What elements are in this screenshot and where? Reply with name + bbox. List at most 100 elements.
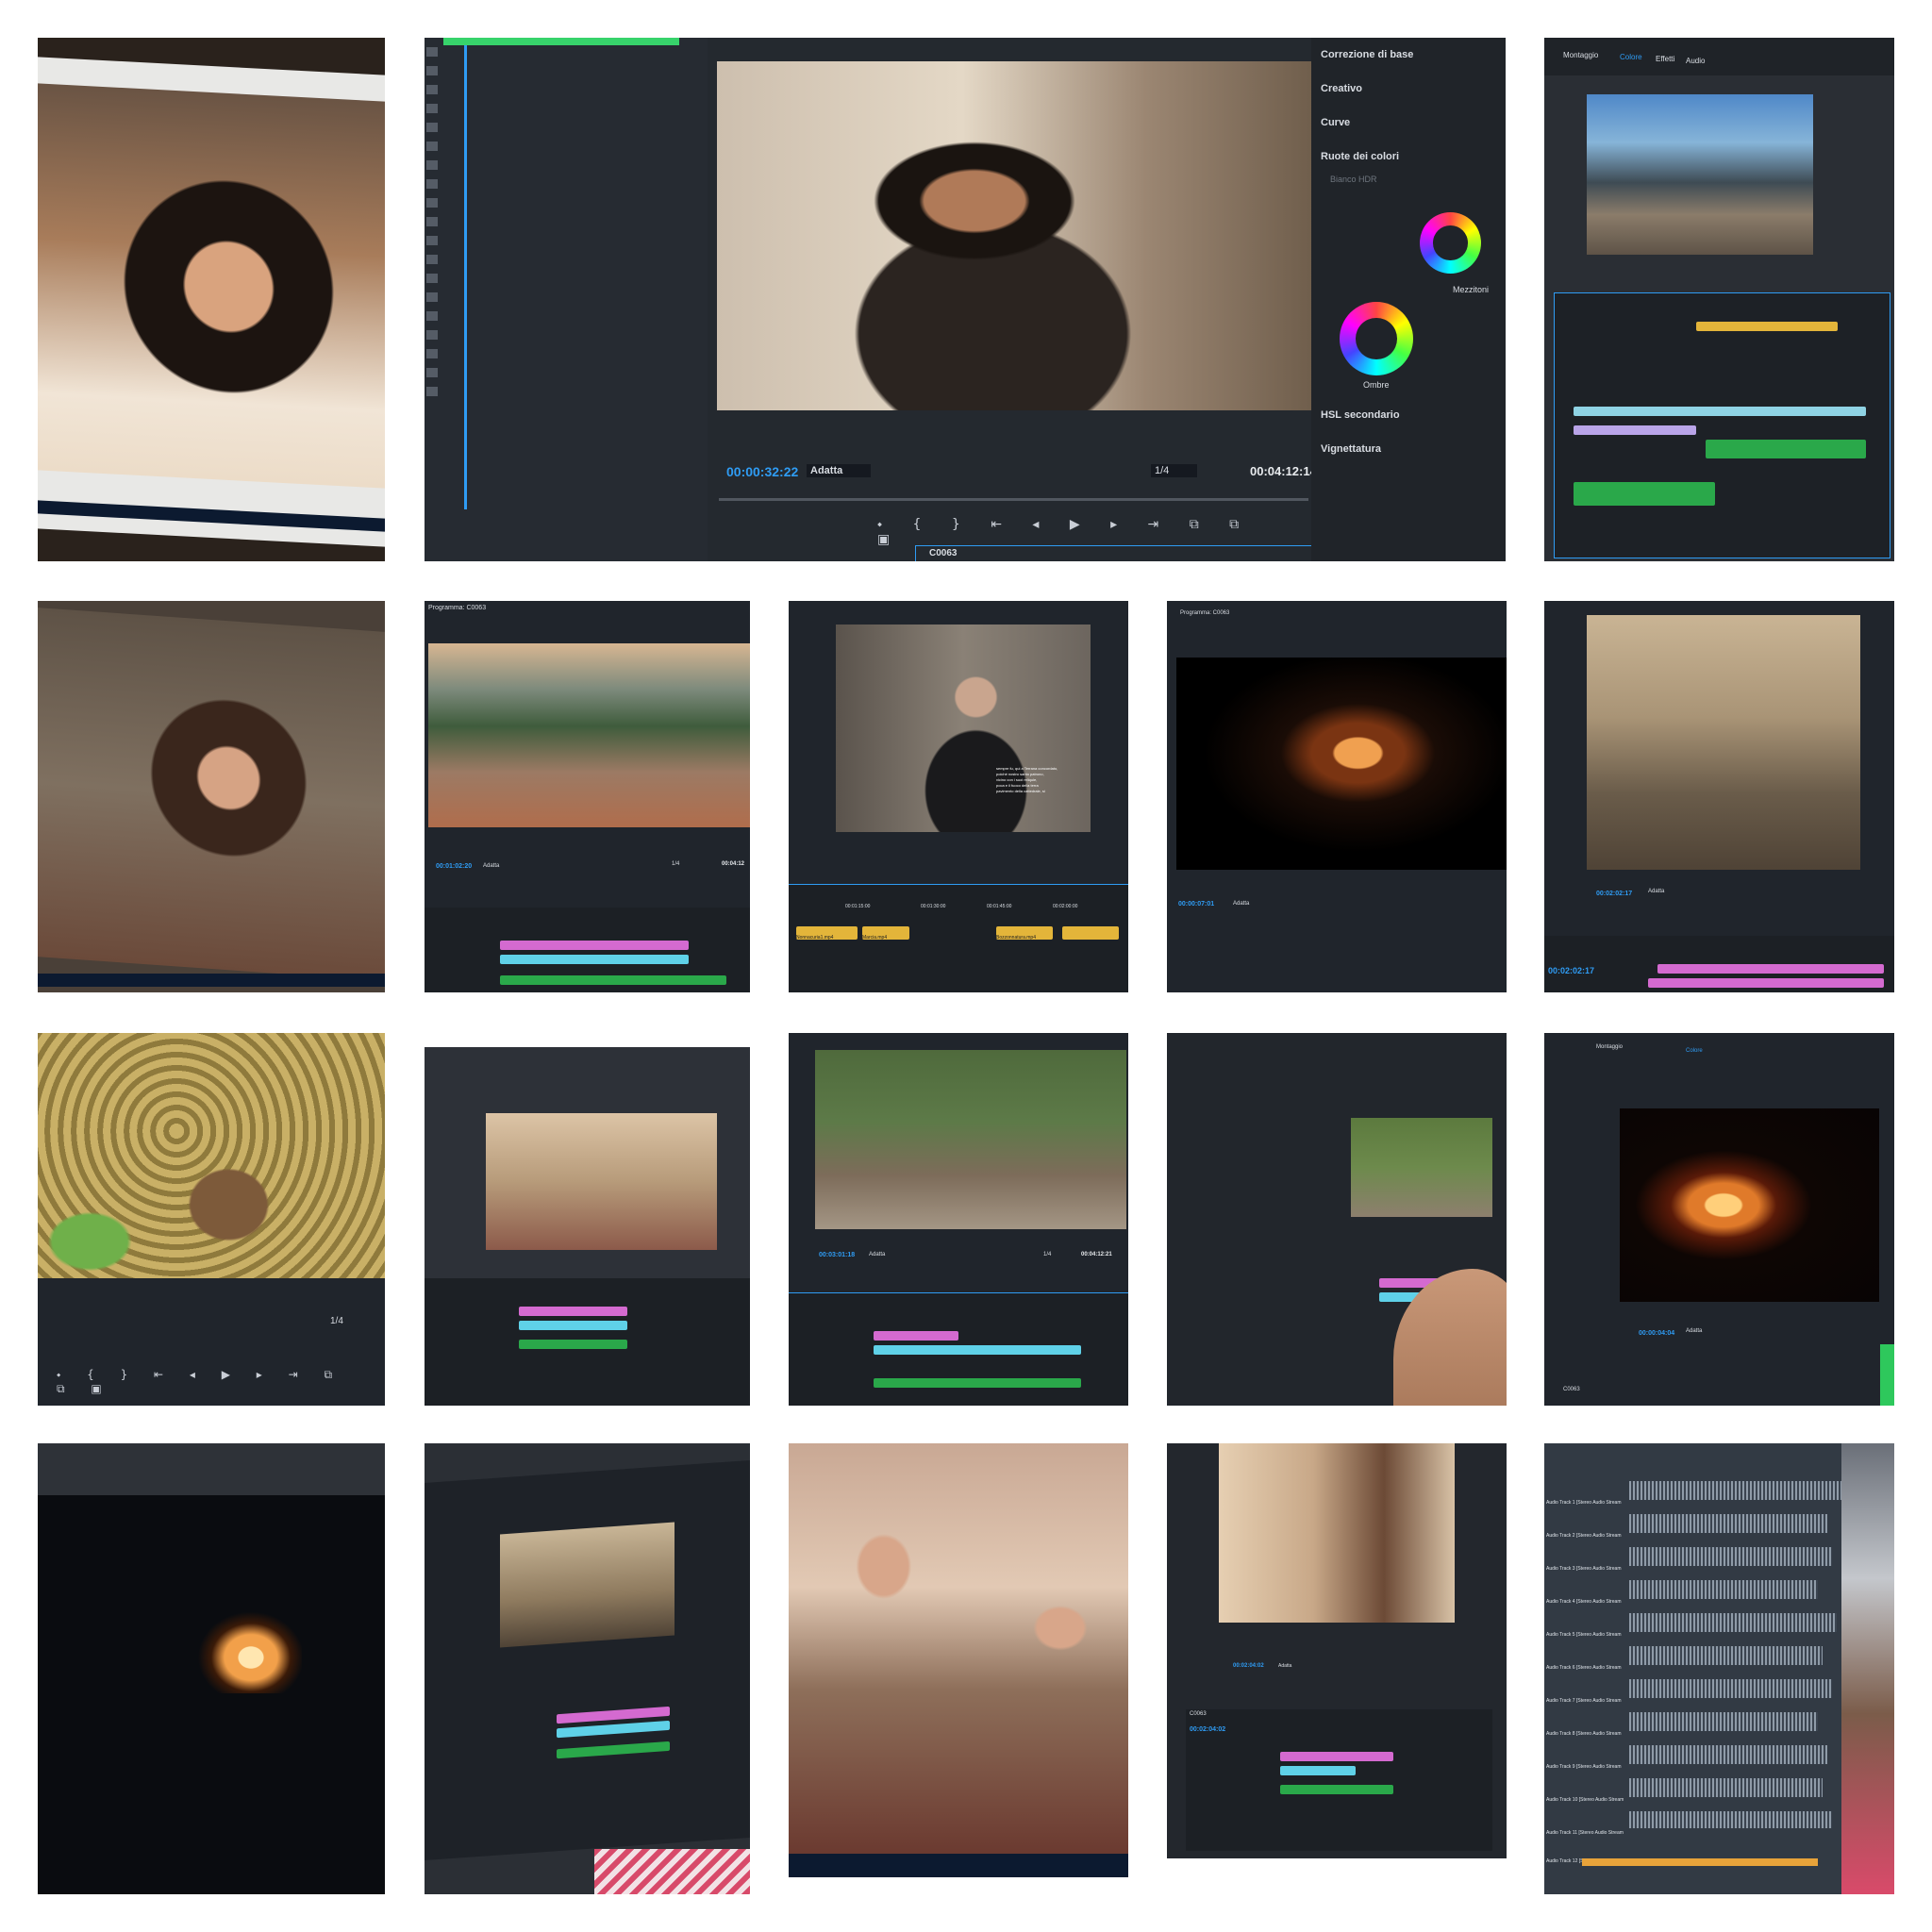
- tile-priest-subtitles: sempre fu, qui a Terrana concordato, poi…: [789, 601, 1128, 992]
- t9-fit[interactable]: Adatta: [869, 1252, 885, 1257]
- clip-green-audio-2: [1574, 482, 1715, 506]
- tile-girl-ribbon: [38, 601, 385, 992]
- lumetri-color-panel: Correzione di base Creativo Curve Ruote …: [1311, 38, 1506, 561]
- tile-editor-hand: [1167, 1033, 1507, 1406]
- ws-colore[interactable]: Colore: [1620, 53, 1642, 61]
- t16-fit[interactable]: Adatta: [1278, 1663, 1291, 1669]
- transport-controls[interactable]: ⬩ { } ⇤ ◂ ▶ ▸ ⇥ ⧉ ⧉ ▣: [877, 517, 1255, 547]
- t11-colore[interactable]: Colore: [1686, 1048, 1703, 1054]
- windows-taskbar: [38, 500, 385, 532]
- video-frame-fire-face: [1620, 1108, 1879, 1302]
- screen-bezel-top: [38, 1443, 385, 1495]
- tile-fire-face: Montaggio Colore 00:00:04:04 Adatta C006…: [1544, 1033, 1894, 1406]
- ws-effetti[interactable]: Effetti: [1656, 55, 1674, 63]
- panel-item-curves[interactable]: Curve: [1321, 117, 1350, 128]
- video-still-woman: [38, 83, 385, 489]
- clip-yellow: [1696, 322, 1838, 331]
- video-frame-crowd: [500, 1522, 675, 1648]
- t9-res[interactable]: 1/4: [1043, 1252, 1051, 1257]
- audio-track-label[interactable]: Audio Track 4 [Stereo Audio Stream: [1546, 1599, 1622, 1605]
- duration-timecode: 00:04:12:14: [1250, 464, 1317, 478]
- t11-fit[interactable]: Adatta: [1686, 1328, 1702, 1334]
- shadows-label: Ombre: [1363, 380, 1390, 390]
- orange-bar: [1582, 1858, 1818, 1866]
- t2-dur: 00:04:12: [722, 861, 745, 867]
- t16-clip-cyan: [1280, 1766, 1356, 1775]
- t3-ruler-1: 00:01:15:00: [845, 904, 871, 909]
- audio-waveform: [1629, 1712, 1818, 1731]
- audio-waveform: [1629, 1745, 1827, 1764]
- t6-transport[interactable]: ⬩ { } ⇤ ◂ ▶ ▸ ⇥ ⧉ ⧉ ▣: [57, 1368, 368, 1396]
- t16-clip-green: [1280, 1785, 1393, 1794]
- audio-track-label[interactable]: Audio Track 10 [Stereo Audio Stream: [1546, 1797, 1624, 1803]
- t6-res[interactable]: 1/4: [330, 1316, 343, 1326]
- t3-clip-3: Bozzonnatura.mp4: [996, 926, 1053, 941]
- panel-item-hsl[interactable]: HSL secondario: [1321, 409, 1400, 421]
- video-frame-sunset: [428, 643, 750, 827]
- panel-item-vignette[interactable]: Vignettatura: [1321, 443, 1381, 455]
- clip-label: Bozzonnatura.mp4: [996, 935, 1036, 941]
- audio-track-label[interactable]: Audio Track 1 [Stereo Audio Stream: [1546, 1500, 1622, 1506]
- shadows-wheel[interactable]: [1340, 302, 1413, 375]
- t7-clip-cyan: [519, 1321, 627, 1330]
- audio-track-label[interactable]: Audio Track 2 [Stereo Audio Stream: [1546, 1533, 1622, 1539]
- audio-waveform: [1629, 1547, 1832, 1566]
- clip-cyan: [1574, 407, 1866, 416]
- t9-dur: 00:04:12:21: [1081, 1252, 1112, 1257]
- tile-night-fire: [38, 1443, 385, 1894]
- t5-time: 00:02:02:17: [1596, 891, 1633, 897]
- t11-time: 00:00:04:04: [1639, 1330, 1675, 1337]
- t9-clip-cyan: [874, 1345, 1081, 1355]
- t2-res[interactable]: 1/4: [672, 861, 679, 867]
- audio-waveform: [1629, 1778, 1823, 1797]
- windows-taskbar: [38, 974, 385, 987]
- t3-ruler-2: 00:01:30:00: [921, 904, 946, 909]
- t4-fit[interactable]: Adatta: [1233, 901, 1249, 907]
- ws-audio[interactable]: Audio: [1686, 57, 1705, 65]
- audio-waveform: [1629, 1580, 1818, 1599]
- audio-track-label[interactable]: Audio Track 3 [Stereo Audio Stream: [1546, 1566, 1622, 1572]
- audio-track-label[interactable]: Audio Track 8 [Stereo Audio Stream: [1546, 1731, 1622, 1737]
- tile-main-editor: 00:00:32:22 Adatta 1/4 00:04:12:14 ⬩ { }…: [425, 38, 1506, 561]
- panel-item-base[interactable]: Correzione di base: [1321, 49, 1413, 60]
- t2-fit[interactable]: Adatta: [483, 863, 499, 869]
- audio-track-label[interactable]: Audio Track 5 [Stereo Audio Stream: [1546, 1632, 1622, 1638]
- t2-clip-pink: [500, 941, 689, 950]
- panel-item-wheels[interactable]: Ruote dei colori: [1321, 151, 1399, 162]
- t16-tl-time: 00:02:04:02: [1190, 1726, 1226, 1733]
- midtones-wheel[interactable]: [1420, 212, 1481, 274]
- audio-waveform: [1629, 1481, 1841, 1500]
- midtones-label: Mezzitoni: [1453, 285, 1490, 294]
- video-frame-frog: [38, 1033, 385, 1278]
- audio-track-label[interactable]: Audio Track 7 [Stereo Audio Stream: [1546, 1698, 1622, 1704]
- t9-clip-green: [874, 1378, 1081, 1388]
- playhead-line: [464, 38, 467, 509]
- audio-track-label[interactable]: Audio Track 11 [Stereo Audio Stream: [1546, 1830, 1624, 1836]
- t16-seq: C0063: [1190, 1711, 1207, 1717]
- clip-lavender: [1574, 425, 1696, 435]
- windows-taskbar: [789, 1854, 1128, 1877]
- subtitle-line: pavimento della cattedrale, si: [996, 789, 1045, 793]
- panel-item-creative[interactable]: Creativo: [1321, 83, 1362, 94]
- video-frame-hooded: [1351, 1118, 1492, 1217]
- t5-fit[interactable]: Adatta: [1648, 889, 1664, 894]
- t16-time: 00:02:04:02: [1233, 1663, 1264, 1669]
- clip-label: Nonnacuria1.mp4: [796, 935, 834, 941]
- sequence-tab[interactable]: C0063: [915, 545, 1313, 561]
- tile-women-cauldron: 00:03:01:18 Adatta 1/4 00:04:12:21: [789, 1033, 1128, 1406]
- t2-timeline: [425, 908, 750, 992]
- video-frame-girl: [38, 608, 385, 981]
- t11-montaggio[interactable]: Montaggio: [1596, 1044, 1623, 1050]
- t14-clip-cyan: [557, 1720, 670, 1739]
- resolution-dropdown[interactable]: 1/4: [1151, 464, 1198, 477]
- audio-waveform: [1629, 1679, 1832, 1698]
- t3-clip-4: [1062, 926, 1119, 940]
- fit-dropdown[interactable]: Adatta: [807, 464, 872, 477]
- t9-time: 00:03:01:18: [819, 1252, 856, 1258]
- audio-track-label[interactable]: Audio Track 9 [Stereo Audio Stream: [1546, 1764, 1622, 1770]
- audio-track-label[interactable]: Audio Track 6 [Stereo Audio Stream: [1546, 1665, 1622, 1671]
- scrub-bar[interactable]: [719, 498, 1308, 501]
- current-timecode: 00:00:32:22: [726, 464, 799, 479]
- t5-timeline: 00:02:02:17: [1544, 936, 1894, 992]
- ws-montaggio[interactable]: Montaggio: [1563, 51, 1598, 59]
